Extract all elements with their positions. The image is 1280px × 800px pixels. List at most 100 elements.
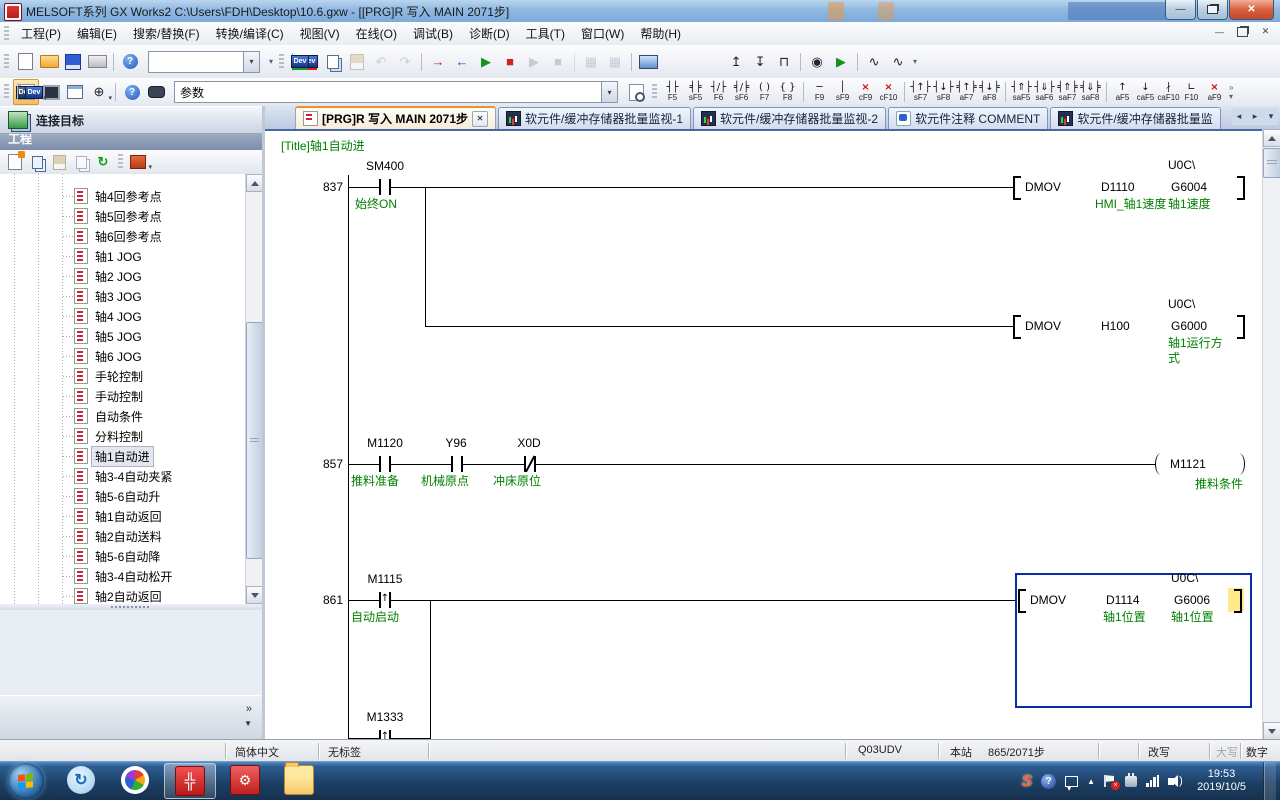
scroll-thumb[interactable] <box>1263 148 1280 178</box>
scroll-thumb[interactable] <box>246 322 263 559</box>
watch-window-icon[interactable]: ◉ <box>805 50 829 74</box>
taskbar-clock[interactable]: 19:53 2019/10/5 <box>1189 768 1254 794</box>
tree-item[interactable]: 轴6 JOG <box>0 346 262 366</box>
print-icon[interactable] <box>85 50 109 74</box>
panel-splitter[interactable] <box>0 604 262 610</box>
write-to-plc-icon[interactable]: → <box>426 50 450 74</box>
ladder-symbol-button[interactable]: { }F8 <box>776 79 799 105</box>
ladder-symbol-button[interactable]: ∟F10 <box>1180 79 1203 105</box>
sort-icon[interactable] <box>127 152 149 172</box>
tree-item[interactable]: 轴4回参考点 <box>0 186 262 206</box>
help-tray-icon[interactable]: ? <box>1041 774 1056 789</box>
combo-dropdown-icon[interactable] <box>243 52 259 72</box>
tab-device-monitor-2[interactable]: 软元件/缓冲存储器批量监视-2 ✕ <box>693 107 886 129</box>
tree-scrollbar[interactable] <box>245 174 262 604</box>
ladder-symbol-button[interactable]: ┤↑├sF7 <box>909 79 932 105</box>
tree-item[interactable]: 轴4 JOG <box>0 306 262 326</box>
window-tray-icon[interactable] <box>1065 776 1078 787</box>
toolbar-overflow-icon[interactable]: ▾ <box>269 57 272 66</box>
undo-icon[interactable]: ↶ <box>369 50 393 74</box>
tree-item[interactable]: 自动条件 <box>0 406 262 426</box>
toolbar-grip[interactable] <box>4 26 9 42</box>
tab-device-monitor-3[interactable]: 软元件/缓冲存储器批量监 ✕ <box>1050 107 1220 129</box>
tree-item[interactable]: 轴2自动送料 <box>0 526 262 546</box>
help2-icon[interactable]: ? <box>120 80 144 104</box>
ladder-symbol-button[interactable]: ↑aF5 <box>1111 79 1134 105</box>
browser-icon[interactable]: ↻ <box>56 763 106 797</box>
device-display-icon[interactable]: Dev <box>22 80 46 104</box>
device-read-icon[interactable]: Dev <box>288 50 312 74</box>
contact-device[interactable]: SM400 <box>355 159 415 173</box>
pulse-output-icon[interactable]: ⊓ <box>772 50 796 74</box>
ladder-symbol-button[interactable]: ×cF10 <box>877 79 900 105</box>
ladder-symbol-button[interactable]: ┤↓├sF8 <box>932 79 955 105</box>
monitor-start-icon[interactable]: ▶ <box>474 50 498 74</box>
find-binoculars-icon[interactable] <box>144 80 168 104</box>
menu-item[interactable]: 转换/编译(C) <box>208 22 292 45</box>
restore-button[interactable] <box>1197 0 1228 20</box>
tree-item[interactable]: 轴5 JOG <box>0 326 262 346</box>
ladder-symbol-button[interactable]: ↓caF5 <box>1134 79 1157 105</box>
tray-expand-icon[interactable]: ▲ <box>1087 775 1095 788</box>
tree-item[interactable]: 轴5-6自动降 <box>0 546 262 566</box>
ladder-canvas[interactable]: [Title]轴1自动进 837 SM400 始终ON DMOV D1110 U… <box>265 129 1263 740</box>
scroll-up-button[interactable] <box>246 174 263 192</box>
copy-data-icon[interactable] <box>26 152 48 172</box>
monitor-pause-icon[interactable]: ▶ <box>522 50 546 74</box>
more-views-icon[interactable]: » <box>246 704 252 715</box>
ladder-symbol-button[interactable]: ┤/├F6 <box>707 79 730 105</box>
scroll-down-button[interactable] <box>1263 722 1280 740</box>
help-icon[interactable]: ? <box>118 50 142 74</box>
tree-item[interactable]: 手动控制 <box>0 386 262 406</box>
ladder-symbol-button[interactable]: ╡╞sF5 <box>684 79 707 105</box>
tree-item[interactable]: 轴1自动进 <box>0 446 262 466</box>
operand[interactable]: H100 <box>1101 319 1130 333</box>
file-explorer-icon[interactable] <box>274 763 324 797</box>
menu-item[interactable]: 调试(B) <box>405 22 461 45</box>
operand[interactable]: D1110 <box>1101 180 1135 194</box>
watch-start-icon[interactable]: ▶ <box>829 50 853 74</box>
mdi-minimize-button[interactable]: — <box>1211 24 1228 39</box>
ladder-symbol-button[interactable]: ×aF9 <box>1203 79 1226 105</box>
operand[interactable]: G6000 <box>1171 319 1207 333</box>
connection-target-button[interactable]: 连接目标 <box>0 106 262 134</box>
ladder-symbol-button[interactable]: ×cF9 <box>854 79 877 105</box>
work-window-icon[interactable] <box>63 80 87 104</box>
open-project-icon[interactable] <box>37 50 61 74</box>
ladder-symbol-button[interactable]: ─F9 <box>808 79 831 105</box>
ladder-symbol-button[interactable]: ╡/╞sF6 <box>730 79 753 105</box>
scroll-up-button[interactable] <box>1263 129 1280 147</box>
tree-item[interactable]: 轴2自动返回 <box>0 586 262 604</box>
paste-data-icon[interactable] <box>48 152 70 172</box>
volume-icon[interactable] <box>1168 778 1174 785</box>
minimize-button[interactable]: — <box>1165 0 1196 20</box>
toolbar-grip[interactable] <box>279 54 284 70</box>
new-data-icon[interactable] <box>4 152 26 172</box>
contact-device[interactable]: M1333 <box>355 710 415 724</box>
instruction[interactable]: DMOV <box>1025 319 1061 333</box>
ladder-symbol-button[interactable]: ╡⇑╞saF7 <box>1056 79 1079 105</box>
simulation-stop-icon[interactable]: ▦ <box>603 50 627 74</box>
tab-menu-icon[interactable]: ▾ <box>1264 108 1278 125</box>
action-center-icon[interactable]: × <box>1104 775 1116 787</box>
find-in-window-icon[interactable] <box>624 80 648 104</box>
scroll-down-button[interactable] <box>246 586 263 604</box>
tab-next-icon[interactable]: ▸ <box>1248 108 1262 125</box>
save-project-icon[interactable] <box>61 50 85 74</box>
ladder-symbol-button[interactable]: ╡↓╞aF8 <box>978 79 1001 105</box>
menu-item[interactable]: 诊断(D) <box>461 22 518 45</box>
editor-scrollbar[interactable] <box>1262 129 1280 740</box>
instruction[interactable]: DMOV <box>1025 180 1061 194</box>
refresh-icon[interactable]: ↻ <box>92 152 114 172</box>
copy-icon[interactable] <box>321 50 345 74</box>
remote-screen-icon[interactable] <box>636 50 660 74</box>
wave-monitor-icon[interactable]: ∿ <box>862 50 886 74</box>
ladder-symbol-button[interactable]: ( )F7 <box>753 79 776 105</box>
mdi-close-button[interactable]: ✕ <box>1257 24 1274 39</box>
contact-device[interactable]: Y96 <box>426 436 486 450</box>
tree-item[interactable]: 手轮控制 <box>0 366 262 386</box>
ladder-symbol-button[interactable]: ∤caF10 <box>1157 79 1180 105</box>
parameter-combobox[interactable]: 参数 <box>174 81 618 103</box>
coil-device[interactable]: M1121 <box>1170 457 1206 471</box>
menu-item[interactable]: 搜索/替换(F) <box>125 22 208 45</box>
